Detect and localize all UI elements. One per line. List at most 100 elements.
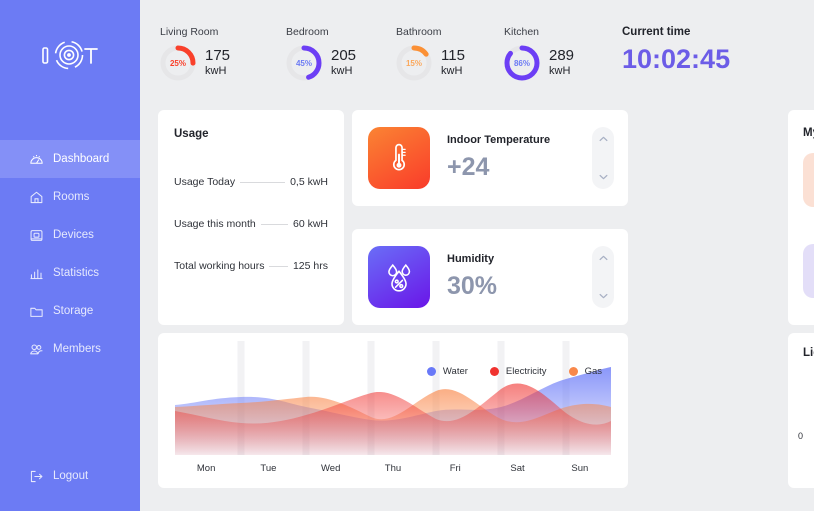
usage-row-label: Usage Today bbox=[174, 176, 236, 188]
usage-donut: 86% bbox=[502, 43, 542, 83]
legend-dot-icon bbox=[568, 367, 578, 376]
metric-title: Humidity bbox=[447, 253, 495, 265]
legend-dot-icon bbox=[489, 367, 499, 376]
stat-unit: kwH bbox=[205, 65, 227, 78]
usage-row: Total working hours 125 hrs bbox=[174, 260, 328, 272]
donut-percent-label: 15% bbox=[405, 58, 422, 68]
sidebar-item-label: Storage bbox=[53, 305, 94, 317]
chevron-down-icon[interactable] bbox=[599, 174, 608, 180]
current-time-block: Current time 10:02:45 bbox=[622, 26, 730, 75]
sidebar-item-rooms[interactable]: Rooms bbox=[0, 178, 140, 216]
temperature-stepper[interactable] bbox=[592, 127, 614, 189]
usage-row: Usage Today 0,5 kwH bbox=[174, 176, 328, 188]
light-intensity-gauge[interactable]: 50% 0 100 bbox=[798, 365, 814, 477]
usage-row-label: Total working hours bbox=[174, 260, 265, 272]
legend-label: Electricity bbox=[505, 366, 547, 377]
stat-unit: kwH bbox=[331, 65, 353, 78]
sidebar-item-logout[interactable]: Logout bbox=[0, 457, 140, 495]
stat-bedroom: Bedroom 45% 205 kwH bbox=[284, 26, 394, 83]
legend-item-water[interactable]: Water bbox=[426, 366, 468, 377]
lamp-icon bbox=[803, 153, 814, 207]
logout-wrapper: Logout bbox=[0, 457, 140, 495]
chevron-up-icon[interactable] bbox=[599, 255, 608, 261]
gauge-min-label: 0 bbox=[798, 431, 804, 441]
sidebar-item-statistics[interactable]: Statistics bbox=[0, 254, 140, 292]
metric-value: 30% bbox=[447, 272, 498, 300]
stat-living-room: Living Room 25% 175 kwH bbox=[158, 26, 284, 83]
area-chart bbox=[158, 333, 628, 455]
sidebar-item-label: Logout bbox=[53, 470, 89, 482]
legend-label: Gas bbox=[584, 366, 602, 377]
folder-icon bbox=[29, 304, 44, 319]
legend-item-electricity[interactable]: Electricity bbox=[489, 366, 547, 377]
room-stats-bar: Living Room 25% 175 kwH Bedroom 45% 205 … bbox=[158, 26, 797, 92]
chart-legend: Water Electricity Gas bbox=[426, 366, 602, 377]
stat-value: 205 bbox=[331, 47, 357, 65]
humidity-stepper[interactable] bbox=[592, 246, 614, 308]
sidebar-item-label: Members bbox=[53, 343, 101, 355]
x-tick-label: Sat bbox=[510, 463, 525, 474]
home-icon bbox=[29, 190, 44, 205]
indoor-temperature-card: Indoor Temperature +24 bbox=[352, 110, 628, 206]
usage-donut: 45% bbox=[284, 43, 324, 83]
legend-dot-icon bbox=[426, 367, 436, 376]
stat-kitchen: Kitchen 86% 289 kwH bbox=[502, 26, 592, 83]
stat-value: 175 bbox=[205, 47, 231, 65]
sidebar-item-label: Dashboard bbox=[53, 153, 110, 165]
iot-logo-icon bbox=[42, 40, 98, 70]
light-intensity-card: Light intensity bbox=[788, 333, 814, 488]
chevron-down-icon[interactable] bbox=[599, 293, 608, 299]
gauge-value: 50% bbox=[803, 420, 814, 435]
dashboard-gauge-icon bbox=[29, 152, 44, 167]
device-screen-icon bbox=[29, 228, 44, 243]
stat-value: 289 bbox=[549, 47, 575, 65]
consumption-chart-card: Water Electricity Gas Mon Tue Wed Thu Fr… bbox=[158, 333, 628, 488]
air-conditioner-icon bbox=[803, 244, 814, 298]
light-intensity-title: Light intensity bbox=[803, 347, 814, 359]
my-devices-title: My devices bbox=[803, 127, 814, 139]
usage-row-value: 60 kwH bbox=[292, 218, 328, 230]
humidity-drop-icon bbox=[368, 246, 430, 308]
x-tick-label: Sun bbox=[571, 463, 589, 474]
usage-row-value: 125 hrs bbox=[292, 260, 328, 272]
sidebar-item-label: Statistics bbox=[53, 267, 100, 279]
legend-label: Water bbox=[442, 366, 468, 377]
metric-value: +24 bbox=[447, 153, 490, 181]
sidebar: Dashboard Rooms Devices Statistics Stora… bbox=[0, 0, 140, 511]
stat-unit: kwH bbox=[549, 65, 571, 78]
usage-card: Usage Usage Today 0,5 kwH Usage this mon… bbox=[158, 110, 344, 325]
my-devices-card: My devices Lamps bbox=[788, 110, 814, 325]
legend-item-gas[interactable]: Gas bbox=[568, 366, 602, 377]
x-tick-label: Thu bbox=[384, 463, 402, 474]
stat-room-name: Bedroom bbox=[286, 26, 329, 38]
thermometer-icon bbox=[368, 127, 430, 189]
current-time-title: Current time bbox=[622, 26, 691, 38]
metric-title: Indoor Temperature bbox=[447, 134, 551, 146]
donut-percent-label: 25% bbox=[169, 58, 186, 68]
stat-unit: kwH bbox=[441, 65, 463, 78]
donut-percent-label: 86% bbox=[513, 58, 530, 68]
dashboard-app: Dashboard Rooms Devices Statistics Stora… bbox=[0, 0, 814, 511]
chevron-up-icon[interactable] bbox=[599, 136, 608, 142]
x-tick-label: Fri bbox=[449, 463, 461, 474]
usage-donut: 15% bbox=[394, 43, 434, 83]
sidebar-item-members[interactable]: Members bbox=[0, 330, 140, 368]
usage-row-label: Usage this month bbox=[174, 218, 256, 230]
sidebar-item-dashboard[interactable]: Dashboard bbox=[0, 140, 140, 178]
sidebar-nav: Dashboard Rooms Devices Statistics Stora… bbox=[0, 140, 140, 368]
stat-room-name: Living Room bbox=[160, 26, 219, 38]
sidebar-item-label: Rooms bbox=[53, 191, 90, 203]
sidebar-item-devices[interactable]: Devices bbox=[0, 216, 140, 254]
stat-room-name: Bathroom bbox=[396, 26, 442, 38]
x-tick-label: Tue bbox=[260, 463, 277, 474]
bar-chart-icon bbox=[29, 266, 44, 281]
humidity-card: Humidity 30% bbox=[352, 229, 628, 325]
stat-value: 115 bbox=[441, 47, 465, 65]
current-time-value: 10:02:45 bbox=[622, 44, 731, 74]
device-ac[interactable]: AC bbox=[803, 244, 814, 314]
chart-x-axis: Mon Tue Wed Thu Fri Sat Sun bbox=[175, 463, 611, 474]
device-lamps[interactable]: Lamps bbox=[803, 153, 814, 234]
sidebar-item-storage[interactable]: Storage bbox=[0, 292, 140, 330]
x-tick-label: Wed bbox=[321, 463, 341, 474]
usage-row-divider bbox=[269, 265, 288, 267]
